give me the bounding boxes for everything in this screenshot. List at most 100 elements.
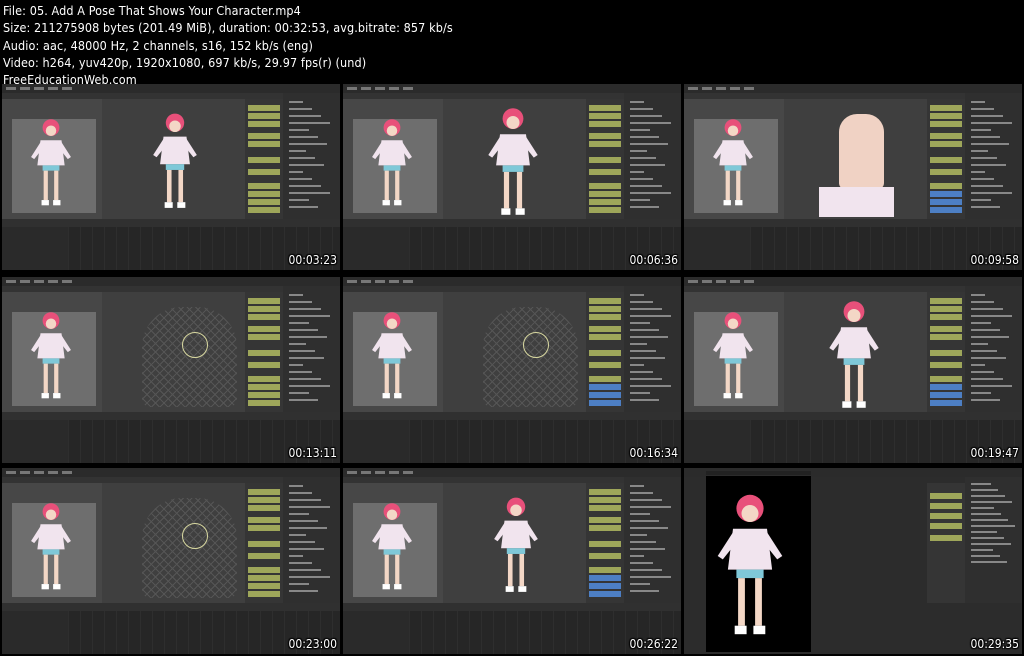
property-row[interactable] [589, 199, 621, 205]
property-row[interactable] [248, 207, 280, 213]
menu-item[interactable] [34, 280, 44, 283]
outliner-item[interactable] [630, 185, 662, 187]
property-row[interactable] [930, 362, 962, 368]
3d-viewport[interactable] [784, 292, 927, 412]
property-row[interactable] [930, 513, 962, 519]
property-row[interactable] [930, 503, 962, 509]
outliner-item[interactable] [971, 495, 1005, 497]
outliner-item[interactable] [630, 399, 659, 401]
3d-viewport[interactable] [443, 292, 586, 412]
outliner-item[interactable] [971, 371, 994, 373]
outliner-item[interactable] [289, 378, 321, 380]
menu-item[interactable] [744, 87, 754, 90]
outliner-item[interactable] [971, 537, 1004, 539]
outliner-item[interactable] [630, 143, 668, 145]
property-row[interactable] [589, 113, 621, 119]
outliner-item[interactable] [630, 294, 644, 296]
outliner-item[interactable] [630, 513, 650, 515]
property-row[interactable] [930, 113, 962, 119]
outliner-item[interactable] [971, 489, 998, 491]
property-row[interactable] [248, 199, 280, 205]
outliner-item[interactable] [630, 301, 653, 303]
outliner-item[interactable] [630, 350, 656, 352]
outliner-item[interactable] [971, 178, 994, 180]
outliner-item[interactable] [971, 308, 1003, 310]
outliner-item[interactable] [971, 164, 1006, 166]
menu-item[interactable] [744, 280, 754, 283]
outliner-item[interactable] [971, 378, 1003, 380]
property-row[interactable] [589, 525, 621, 531]
outliner-item[interactable] [971, 501, 1012, 503]
outliner-item[interactable] [289, 164, 324, 166]
property-row[interactable] [248, 326, 280, 332]
property-row[interactable] [589, 591, 621, 597]
outliner-item[interactable] [289, 506, 330, 508]
property-row[interactable] [589, 505, 621, 511]
outliner-item[interactable] [289, 178, 312, 180]
outliner-item[interactable] [630, 329, 659, 331]
outliner-item[interactable] [971, 549, 993, 551]
outliner-item[interactable] [289, 315, 330, 317]
property-row[interactable] [589, 517, 621, 523]
property-row[interactable] [930, 105, 962, 111]
outliner-item[interactable] [630, 108, 653, 110]
property-row[interactable] [589, 376, 621, 382]
outliner-item[interactable] [289, 520, 318, 522]
outliner-item[interactable] [971, 350, 997, 352]
property-row[interactable] [589, 489, 621, 495]
outliner-item[interactable] [971, 525, 1015, 527]
property-row[interactable] [248, 350, 280, 356]
menu-item[interactable] [702, 280, 712, 283]
outliner-item[interactable] [630, 392, 650, 394]
menu-item[interactable] [20, 471, 30, 474]
outliner-item[interactable] [630, 150, 647, 152]
outliner-item[interactable] [630, 378, 662, 380]
outliner-item[interactable] [971, 531, 997, 533]
outliner-item[interactable] [289, 336, 327, 338]
outliner-item[interactable] [289, 357, 324, 359]
outliner-item[interactable] [630, 541, 656, 543]
property-row[interactable] [248, 334, 280, 340]
property-row[interactable] [589, 541, 621, 547]
outliner-item[interactable] [971, 206, 1000, 208]
property-row[interactable] [930, 523, 962, 529]
outliner-item[interactable] [971, 561, 1007, 563]
outliner-item[interactable] [289, 199, 309, 201]
property-row[interactable] [248, 157, 280, 163]
3d-viewport[interactable] [443, 99, 586, 219]
property-row[interactable] [930, 207, 962, 213]
outliner-item[interactable] [630, 485, 644, 487]
outliner-item[interactable] [971, 507, 994, 509]
outliner-item[interactable] [289, 548, 324, 550]
property-row[interactable] [248, 525, 280, 531]
outliner-item[interactable] [971, 301, 994, 303]
property-row[interactable] [248, 141, 280, 147]
menu-item[interactable] [361, 471, 371, 474]
property-row[interactable] [248, 553, 280, 559]
outliner-item[interactable] [289, 590, 318, 592]
menu-item[interactable] [403, 280, 413, 283]
outliner-item[interactable] [971, 136, 1000, 138]
outliner-item[interactable] [630, 322, 650, 324]
menu-item[interactable] [716, 87, 726, 90]
outliner-item[interactable] [630, 122, 671, 124]
outliner-item[interactable] [289, 294, 303, 296]
outliner-item[interactable] [971, 315, 1012, 317]
property-row[interactable] [930, 306, 962, 312]
outliner-item[interactable] [971, 322, 991, 324]
outliner-item[interactable] [971, 199, 991, 201]
outliner-item[interactable] [289, 583, 309, 585]
menu-item[interactable] [62, 87, 72, 90]
property-row[interactable] [930, 384, 962, 390]
property-row[interactable] [589, 384, 621, 390]
property-row[interactable] [930, 169, 962, 175]
outliner-item[interactable] [630, 555, 644, 557]
outliner-item[interactable] [289, 371, 312, 373]
menu-item[interactable] [34, 471, 44, 474]
property-row[interactable] [248, 392, 280, 398]
outliner-item[interactable] [971, 122, 1012, 124]
menu-item[interactable] [375, 280, 385, 283]
property-row[interactable] [589, 314, 621, 320]
outliner-item[interactable] [971, 513, 1001, 515]
outliner-item[interactable] [971, 336, 1009, 338]
